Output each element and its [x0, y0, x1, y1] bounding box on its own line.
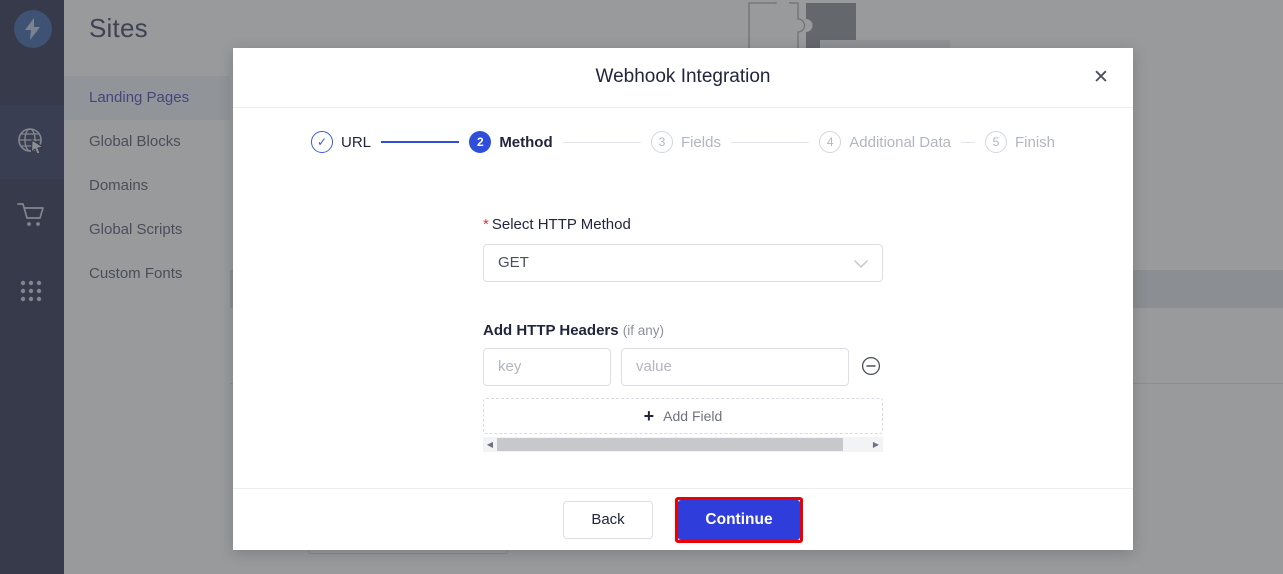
remove-header-button[interactable]	[861, 356, 881, 381]
step-connector	[381, 141, 460, 143]
chevron-down-icon	[854, 260, 868, 269]
modal-title: Webhook Integration	[595, 66, 771, 87]
step-marker: ✓	[311, 131, 333, 153]
step-label: Finish	[1014, 133, 1055, 151]
webhook-integration-modal: Webhook Integration ✕ ✓ URL 2 Method 3 F…	[233, 48, 1133, 550]
http-method-select[interactable]: GET	[483, 244, 883, 282]
step-marker: 4	[819, 131, 842, 153]
modal-header: Webhook Integration ✕	[233, 48, 1133, 108]
step-marker: 2	[469, 131, 492, 153]
header-key-input[interactable]: key	[483, 348, 611, 386]
scroll-right-arrow-icon[interactable]: ▶	[869, 440, 883, 449]
modal-footer: Back Continue	[233, 488, 1133, 550]
step-additional-data[interactable]: 4 Additional Data	[819, 131, 951, 153]
step-url[interactable]: ✓ URL	[311, 131, 371, 153]
method-field-label: * Select HTTP Method	[483, 216, 631, 233]
modal-body: * Select HTTP Method GET Add HTTP Headers…	[233, 176, 1133, 488]
plus-icon: +	[643, 405, 655, 426]
header-key-placeholder: key	[498, 358, 522, 375]
step-label: Method	[499, 133, 553, 151]
close-icon[interactable]: ✕	[1085, 62, 1117, 94]
step-label: URL	[341, 133, 372, 151]
back-button[interactable]: Back	[563, 500, 653, 539]
step-marker: 3	[650, 131, 673, 153]
method-label-text: Select HTTP Method	[491, 216, 631, 233]
horizontal-scrollbar[interactable]: ◀ ▶	[483, 437, 883, 452]
header-value-placeholder: value	[636, 358, 672, 375]
wizard-stepper: ✓ URL 2 Method 3 Fields 4 Additional Dat…	[233, 108, 1133, 176]
http-method-value: GET	[498, 254, 529, 271]
step-fields[interactable]: 3 Fields	[650, 131, 721, 153]
headers-field-label: Add HTTP Headers (if any)	[483, 322, 664, 339]
step-finish[interactable]: 5 Finish	[984, 131, 1055, 153]
scrollbar-track[interactable]	[497, 438, 869, 451]
step-marker: 5	[984, 131, 1007, 153]
required-asterisk: *	[483, 216, 489, 233]
continue-button[interactable]: Continue	[678, 499, 800, 540]
headers-hint: (if any)	[622, 323, 665, 338]
step-label: Fields	[680, 133, 721, 151]
step-connector	[960, 141, 975, 143]
app-root: Sites Landing Pages Global Blocks Domain…	[0, 0, 1283, 574]
step-label: Additional Data	[849, 133, 951, 151]
scrollbar-thumb[interactable]	[497, 438, 843, 451]
add-field-label: Add Field	[663, 408, 723, 424]
step-connector	[562, 141, 641, 143]
step-method[interactable]: 2 Method	[469, 131, 553, 153]
continue-button-highlight: Continue	[675, 496, 803, 543]
step-connector	[730, 141, 810, 143]
header-value-input[interactable]: value	[621, 348, 849, 386]
add-field-button[interactable]: + Add Field	[483, 398, 883, 434]
scroll-left-arrow-icon[interactable]: ◀	[483, 440, 497, 449]
minus-circle-icon	[861, 356, 881, 376]
headers-label-text: Add HTTP Headers	[483, 322, 619, 339]
